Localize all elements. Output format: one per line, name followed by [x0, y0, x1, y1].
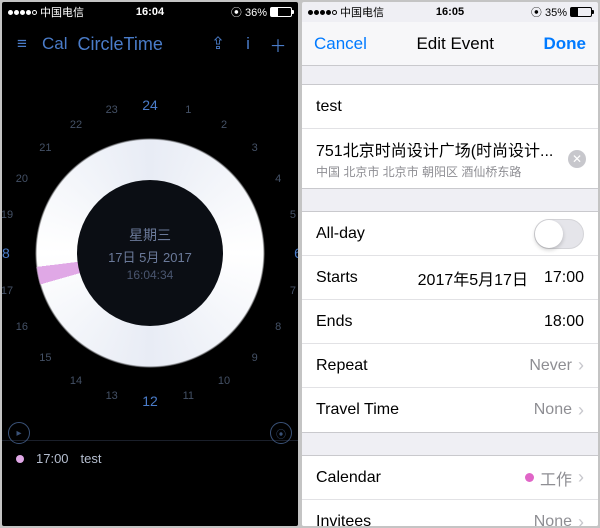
hour-mark: 1 [185, 104, 191, 116]
chevron-right-icon: › [578, 355, 584, 376]
event-time[interactable]: 17:00 [36, 451, 69, 466]
event-dot-icon [16, 455, 24, 463]
app-label[interactable]: Cal [42, 34, 68, 54]
starts-time: 17:00 [544, 269, 584, 287]
form-list[interactable]: test 751北京时尚设计广场(时尚设计... 中国 北京市 北京市 朝阳区 … [302, 66, 598, 526]
hour-mark: 24 [142, 97, 158, 113]
hour-mark: 21 [39, 142, 51, 154]
hour-mark: 13 [106, 390, 118, 402]
hour-mark: 10 [218, 375, 230, 387]
event-title-input[interactable]: test [316, 98, 342, 116]
calendar-value: 工作 [540, 466, 572, 490]
repeat-row[interactable]: Repeat Never › [302, 344, 598, 388]
hour-mark: 3 [252, 142, 258, 154]
event-list: 17:00 test [2, 440, 298, 526]
status-time: 16:04 [136, 6, 164, 18]
carrier-label: 中国电信 [340, 4, 384, 20]
add-icon[interactable]: ＋ [268, 32, 288, 57]
nav-bar: Cancel Edit Event Done [302, 22, 598, 66]
signal-dots [308, 10, 337, 15]
info-icon[interactable]: i [238, 34, 258, 54]
battery-icon [270, 7, 292, 17]
chevron-right-icon: › [578, 400, 584, 421]
hour-mark: 4 [275, 173, 281, 185]
hour-mark: 7 [290, 285, 296, 297]
status-bar: 中国电信 16:04 ⦿ 36% [2, 2, 298, 22]
title-row[interactable]: test [302, 85, 598, 129]
circletime-app-screen: 中国电信 16:04 ⦿ 36% ≡ Cal CircleTime ⇪ i ＋ … [2, 2, 298, 526]
hour-mark: 23 [106, 104, 118, 116]
travel-row[interactable]: Travel Time None › [302, 388, 598, 432]
hour-mark: 6 [294, 245, 298, 261]
nav-bar: ≡ Cal CircleTime ⇪ i ＋ [2, 22, 298, 66]
hour-mark: 15 [39, 352, 51, 364]
starts-date: 2017年5月17日 [418, 266, 528, 290]
repeat-value: Never [529, 357, 572, 375]
ends-time: 18:00 [544, 313, 584, 331]
hour-mark: 20 [16, 173, 28, 185]
allday-row: All-day [302, 212, 598, 256]
event-title[interactable]: test [81, 451, 102, 466]
hour-mark: 18 [2, 245, 10, 261]
invitees-row[interactable]: Invitees None › [302, 500, 598, 526]
calendar-color-dot-icon [525, 473, 534, 482]
prev-button[interactable]: ▸ [8, 422, 30, 444]
chevron-right-icon: › [578, 512, 584, 527]
hour-mark: 2 [221, 119, 227, 131]
clock-dial[interactable]: 241234567891011121314151617181920212223 … [2, 66, 298, 440]
hour-mark: 19 [2, 209, 13, 221]
travel-value: None [534, 401, 572, 419]
hour-mark: 8 [275, 321, 281, 333]
hour-mark: 12 [142, 393, 158, 409]
ends-row[interactable]: Ends 18:00 [302, 300, 598, 344]
hour-mark: 14 [70, 375, 82, 387]
allday-switch[interactable] [534, 219, 584, 249]
signal-dots [8, 10, 37, 15]
hour-mark: 17 [2, 285, 13, 297]
hour-mark: 16 [16, 321, 28, 333]
invitees-value: None [534, 513, 572, 526]
battery-percent: ⦿ 35% [531, 4, 567, 20]
done-button[interactable]: Done [543, 34, 586, 54]
date-label: 17日 5月 2017 [108, 247, 192, 266]
location-sub: 中国 北京市 北京市 朝阳区 酒仙桥东路 [316, 163, 521, 180]
starts-row[interactable]: Starts 2017年5月17日 17:00 [302, 256, 598, 300]
battery-percent: ⦿ 36% [231, 4, 267, 20]
hour-mark: 5 [290, 209, 296, 221]
clock-center: 星期三 17日 5月 2017 16:04:34 [77, 180, 223, 326]
hour-mark: 9 [252, 352, 258, 364]
battery-icon [570, 7, 592, 17]
calendar-row[interactable]: Calendar 工作 › [302, 456, 598, 500]
screen-title: CircleTime [78, 34, 198, 55]
location-row[interactable]: 751北京时尚设计广场(时尚设计... 中国 北京市 北京市 朝阳区 酒仙桥东路… [302, 129, 598, 188]
hour-mark: 22 [70, 119, 82, 131]
next-button[interactable]: ⦿ [270, 422, 292, 444]
edit-event-screen: 中国电信 16:05 ⦿ 35% Cancel Edit Event Done … [302, 2, 598, 526]
status-bar: 中国电信 16:05 ⦿ 35% [302, 2, 598, 22]
hour-mark: 11 [183, 390, 194, 402]
day-of-week: 星期三 [129, 225, 171, 245]
clear-location-icon[interactable]: ✕ [568, 150, 586, 168]
time-label: 16:04:34 [127, 268, 174, 282]
menu-icon[interactable]: ≡ [12, 34, 32, 54]
screen-title: Edit Event [416, 34, 494, 54]
location-main: 751北京时尚设计广场(时尚设计... [316, 137, 553, 161]
carrier-label: 中国电信 [40, 4, 84, 20]
share-icon[interactable]: ⇪ [208, 34, 228, 54]
status-time: 16:05 [436, 6, 464, 18]
allday-label: All-day [316, 225, 365, 243]
cancel-button[interactable]: Cancel [314, 34, 367, 54]
chevron-right-icon: › [578, 467, 584, 488]
